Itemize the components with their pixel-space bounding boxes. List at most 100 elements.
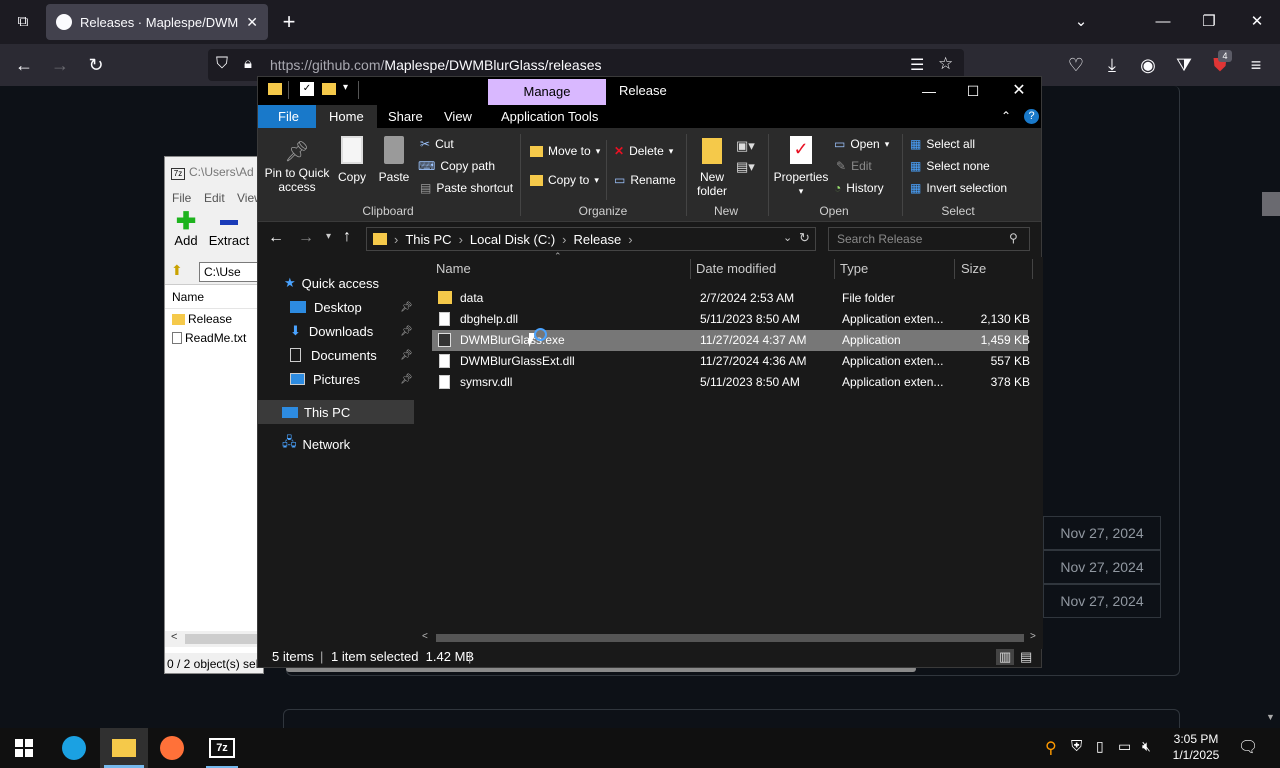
tab-application-tools[interactable]: Application Tools [490, 105, 609, 128]
address-dropdown-icon[interactable]: ⌄ [783, 231, 792, 244]
close-icon[interactable]: ✕ [996, 77, 1042, 105]
bookmark-star-icon[interactable]: ☆ [938, 54, 953, 74]
list-tabs-icon[interactable]: ⌄ [1058, 0, 1104, 44]
firefox-taskbar-icon[interactable] [148, 728, 196, 768]
search-tray-icon[interactable]: ⚲ [1045, 738, 1057, 758]
details-view-icon[interactable]: ▥ [996, 649, 1015, 665]
sevenzip-hscroll[interactable]: < [165, 631, 263, 647]
large-icons-view-icon[interactable]: ▤ [1020, 649, 1032, 665]
forward-icon[interactable]: → [298, 229, 314, 247]
refresh-icon[interactable]: ↻ [799, 230, 810, 246]
pin-quick-access-button[interactable]: 📌︎ Pin to Quick access [262, 138, 332, 194]
breadcrumb-local-disk[interactable]: Local Disk (C:) [470, 232, 555, 247]
select-none-button[interactable]: ▦ Select none [910, 159, 990, 173]
tab-overview-icon[interactable]: ⧉ [0, 0, 46, 44]
new-item-icon[interactable]: ▣▾ [736, 138, 755, 154]
tracking-shield-icon[interactable]: ⛉ [216, 55, 228, 73]
nav-downloads[interactable]: ⬇ Downloads 📌︎ [258, 319, 414, 343]
copy-to-button[interactable]: Copy to ▾ [530, 173, 599, 187]
properties-button[interactable]: ✓ Properties ▾ [772, 136, 830, 198]
file-explorer-taskbar-icon[interactable] [100, 728, 148, 768]
pin-icon[interactable]: 📌︎ [400, 326, 413, 337]
col-divider[interactable] [834, 259, 835, 279]
copy-button[interactable]: Copy [334, 136, 370, 184]
browser-tab-releases[interactable]: Releases · Maplespe/DWMBlurGlass ✕ [46, 4, 268, 40]
sevenzip-address-input[interactable]: C:\Use [199, 262, 263, 282]
recent-locations-icon[interactable]: ▾ [326, 231, 331, 242]
url-text[interactable]: https://github.com/Maplespe/DWMBlurGlass… [270, 57, 601, 73]
search-icon[interactable]: ⚲ [1009, 231, 1018, 245]
list-item[interactable]: Release [172, 312, 232, 326]
col-size[interactable]: Size [961, 257, 986, 281]
sevenzip-col-name[interactable]: Name [165, 287, 263, 309]
reader-view-icon[interactable]: ☰ [910, 55, 924, 75]
nav-quick-access[interactable]: ★ Quick access [258, 271, 414, 295]
scroll-thumb[interactable] [185, 634, 263, 644]
properties-qat-icon[interactable]: ✓ [300, 82, 314, 96]
table-row[interactable]: DWMBlurGlassExt.dll 11/27/2024 4:36 AM A… [432, 351, 1030, 372]
paste-shortcut-button[interactable]: ▤ Paste shortcut [420, 181, 513, 195]
volume-muted-icon[interactable]: 🔇︎ [1142, 738, 1151, 755]
collapse-ribbon-icon[interactable]: ⌃ [1001, 109, 1011, 123]
extract-button[interactable]: Extract [207, 211, 251, 248]
pin-icon[interactable]: 📌︎ [400, 302, 413, 313]
menu-icon[interactable]: ≡ [1240, 49, 1272, 81]
network-tray-icon[interactable]: ▭ [1118, 738, 1131, 755]
tab-share[interactable]: Share [376, 105, 435, 128]
page-scrollbar-thumb[interactable] [1262, 192, 1280, 216]
new-folder-button[interactable]: New folder [692, 138, 732, 198]
delete-button[interactable]: ✕ Delete ▾ [614, 144, 673, 158]
col-divider[interactable] [1032, 259, 1033, 279]
up-icon[interactable]: ↑ [343, 228, 351, 246]
back-icon[interactable]: ← [268, 229, 284, 247]
new-folder-qat-icon[interactable] [322, 83, 336, 95]
address-bar[interactable]: › This PC › Local Disk (C:) › Release › … [366, 227, 816, 251]
scroll-right-icon[interactable]: > [1030, 631, 1036, 642]
clock[interactable]: 3:05 PM 1/1/2025 [1168, 731, 1224, 763]
table-row[interactable]: data 2/7/2024 2:53 AM File folder [432, 288, 1028, 309]
history-button[interactable]: ◔ History [834, 181, 884, 195]
file-list-hscroll[interactable]: < > [418, 630, 1043, 646]
breadcrumb-this-pc[interactable]: This PC [405, 232, 451, 247]
rename-button[interactable]: ▭ Rename [614, 173, 676, 187]
notifications-icon[interactable]: 🗨︎ [1238, 737, 1258, 757]
pocket-icon[interactable]: ♡ [1060, 49, 1092, 81]
scroll-left-icon[interactable]: < [171, 631, 177, 643]
col-divider[interactable] [954, 259, 955, 279]
start-button[interactable] [0, 728, 48, 768]
close-window-icon[interactable]: ✕ [1234, 0, 1280, 44]
edge-taskbar-icon[interactable] [50, 728, 98, 768]
manage-tab[interactable]: Manage [488, 79, 606, 105]
pin-icon[interactable]: 📌︎ [400, 350, 413, 361]
back-icon[interactable]: ← [8, 49, 40, 81]
scroll-down-icon[interactable]: ▼ [1266, 712, 1275, 722]
scroll-thumb[interactable] [436, 634, 1024, 642]
select-all-button[interactable]: ▦ Select all [910, 137, 975, 151]
minimize-icon[interactable]: — [906, 77, 952, 105]
col-divider[interactable] [690, 259, 691, 279]
minimize-icon[interactable]: — [1140, 0, 1186, 44]
invert-selection-button[interactable]: ▦ Invert selection [910, 181, 1007, 195]
tab-file[interactable]: File [258, 105, 319, 128]
add-button[interactable]: ✚ Add [171, 210, 201, 249]
folder-up-icon[interactable]: ⬆ [171, 262, 183, 279]
extensions-icon[interactable]: ⧩ [1168, 49, 1200, 81]
edit-button[interactable]: ✎ Edit [836, 159, 872, 173]
table-row[interactable]: symsrv.dll 5/11/2023 8:50 AM Application… [432, 372, 1030, 393]
forward-icon[interactable]: → [44, 49, 76, 81]
qat-dropdown-icon[interactable]: ▾ [343, 82, 348, 93]
nav-network[interactable]: 🖧︎ Network [258, 432, 414, 456]
lock-icon[interactable]: 🔒︎ [244, 55, 252, 72]
menu-file[interactable]: File [172, 191, 191, 205]
reload-icon[interactable]: ↻ [80, 49, 112, 81]
move-to-button[interactable]: Move to ▾ [530, 144, 600, 158]
usb-tray-icon[interactable]: ▯ [1096, 738, 1104, 755]
easy-access-icon[interactable]: ▤▾ [736, 159, 755, 175]
breadcrumb-release[interactable]: Release [574, 232, 622, 247]
search-input[interactable]: Search Release ⚲ [828, 227, 1030, 251]
list-item[interactable]: ReadMe.txt [172, 331, 246, 345]
nav-this-pc[interactable]: This PC [258, 400, 414, 424]
downloads-icon[interactable]: ⤓ [1096, 49, 1128, 81]
nav-desktop[interactable]: Desktop 📌︎ [258, 295, 414, 319]
tab-home[interactable]: Home [316, 105, 377, 128]
